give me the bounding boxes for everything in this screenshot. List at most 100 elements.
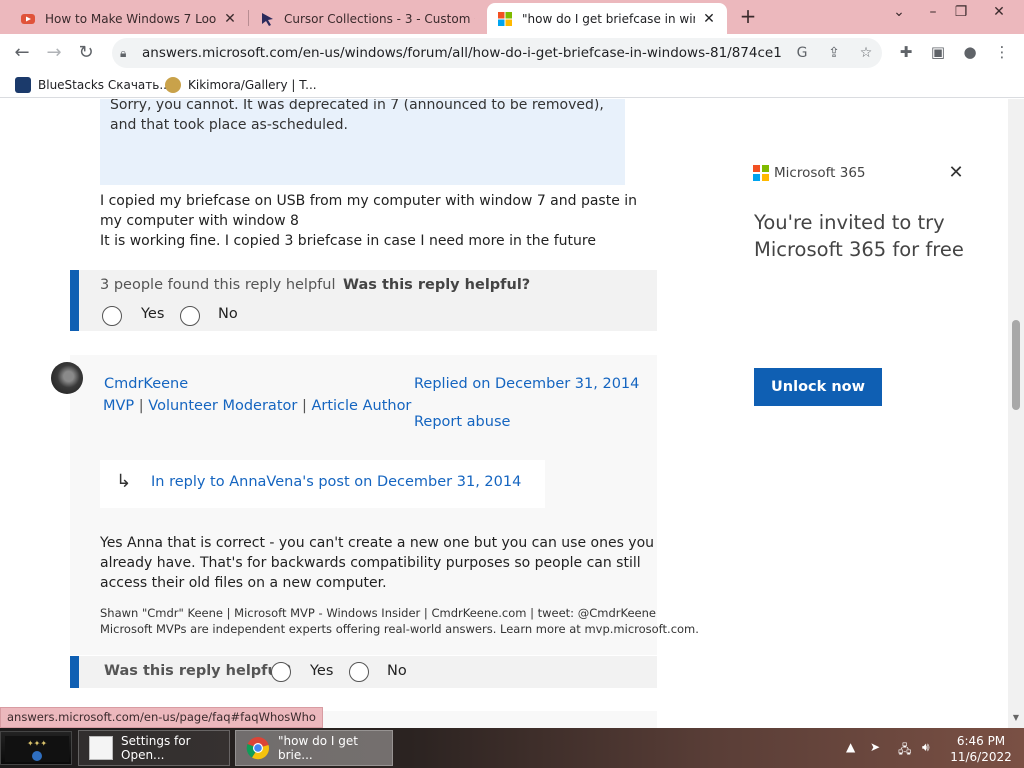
role-article-author[interactable]: Article Author — [311, 398, 411, 414]
author-name[interactable]: CmdrKeene — [104, 374, 188, 394]
tab-label: How to Make Windows 7 Look L — [45, 11, 216, 26]
taskbar-item-chrome[interactable]: "how do I get brie... — [235, 730, 393, 766]
helpful-feedback-bar-2: Was this reply helpful? Yes No — [70, 656, 657, 688]
mouse-cursor-icon: ➤ — [870, 740, 881, 754]
helpful-feedback-bar: 3 people found this reply helpful Was th… — [70, 270, 657, 331]
youtube-favicon-icon — [20, 11, 36, 27]
role-mvp[interactable]: MVP — [103, 398, 134, 414]
signature-line-2: Microsoft MVPs are independent experts o… — [100, 622, 699, 636]
volume-icon[interactable]: 🔊︎ — [922, 740, 930, 755]
start-button[interactable]: ✦✦✦ — [0, 731, 72, 765]
no-label: No — [218, 306, 238, 322]
yes-label: Yes — [141, 306, 165, 322]
tab-close-icon[interactable]: ✕ — [222, 11, 238, 27]
post-body-line-2: already have. That's for backwards compa… — [100, 555, 641, 571]
accent-stripe — [70, 656, 79, 688]
bluestacks-icon — [15, 77, 31, 93]
helpful-question: Was this reply helpful? — [104, 663, 292, 679]
post-body-line-3: access their old files on a new computer… — [100, 575, 387, 591]
clock-date: 11/6/2022 — [950, 750, 1012, 764]
tab-cursor-collections[interactable]: Cursor Collections - 3 - Custom C — [249, 3, 485, 34]
accent-stripe — [70, 270, 79, 331]
document-icon — [89, 736, 113, 760]
role-divider: | — [138, 398, 144, 414]
microsoft-logo-icon — [753, 165, 769, 181]
quoted-text: Sorry, you cannot. It was deprecated in … — [110, 99, 604, 133]
new-tab-button[interactable]: + — [737, 6, 759, 28]
unlock-now-button[interactable]: Unlock now — [754, 368, 882, 406]
system-clock[interactable]: 6:46 PM 11/6/2022 — [950, 733, 1012, 765]
tab-label: "how do I get briefcase in windo — [522, 11, 695, 26]
yes-radio[interactable] — [271, 662, 291, 682]
tab-windows7-look[interactable]: How to Make Windows 7 Look L ✕ — [10, 3, 248, 34]
bookmark-kikimora[interactable]: Kikimora/Gallery | T... — [165, 76, 317, 94]
role-divider: | — [301, 398, 307, 414]
tab-label: Cursor Collections - 3 - Custom C — [284, 11, 475, 26]
helpful-count: 3 people found this reply helpful — [100, 277, 336, 293]
taskbar-item-settings[interactable]: Settings for Open... — [78, 730, 230, 766]
replied-on-date[interactable]: Replied on December 31, 2014 — [414, 374, 639, 394]
in-reply-to-link[interactable]: In reply to AnnaVena's post on December … — [151, 474, 521, 490]
page-content: Sorry, you cannot. It was deprecated in … — [0, 99, 1008, 728]
task-label: "how do I get brie... — [278, 734, 358, 762]
avatar[interactable] — [51, 362, 83, 394]
no-radio[interactable] — [349, 662, 369, 682]
windows-taskbar: ✦✦✦ Settings for Open... "how do I get b… — [0, 728, 1024, 768]
ad-headline: You're invited to try Microsoft 365 for … — [754, 211, 964, 261]
lock-icon: 🔒︎ — [120, 45, 127, 60]
helpful-question: Was this reply helpful? — [343, 277, 531, 293]
page-scrollbar[interactable]: ▼ — [1008, 99, 1024, 728]
side-panel-icon[interactable]: ▣ — [927, 41, 949, 63]
close-window-button[interactable]: ✕ — [988, 4, 1010, 26]
profile-avatar-icon[interactable]: ● — [959, 41, 981, 63]
browser-toolbar: ← → ↻ 🔒︎ answers.microsoft.com/en-us/win… — [0, 34, 1024, 72]
ad-brand: Microsoft 365 — [774, 165, 866, 181]
no-radio[interactable] — [180, 306, 200, 326]
minimize-button[interactable]: – — [922, 4, 944, 26]
bookmarks-bar: BlueStacks Скачать... Kikimora/Gallery |… — [0, 72, 1024, 98]
network-icon[interactable]: 🖧︎ — [898, 740, 911, 761]
google-translate-icon[interactable]: G — [792, 43, 812, 63]
extensions-puzzle-icon[interactable]: ✚ — [895, 41, 917, 63]
post-body-line-1: Yes Anna that is correct - you can't cre… — [100, 535, 655, 551]
status-url-bubble: answers.microsoft.com/en-us/page/faq#faq… — [0, 707, 323, 728]
kikimora-icon — [165, 77, 181, 93]
bookmark-label: Kikimora/Gallery | T... — [188, 78, 317, 92]
address-bar[interactable]: 🔒︎ answers.microsoft.com/en-us/windows/f… — [112, 38, 882, 68]
bookmark-star-icon[interactable]: ☆ — [856, 43, 876, 63]
tab-search-chevron-icon[interactable]: ⌄ — [888, 4, 910, 26]
url-text: answers.microsoft.com/en-us/windows/foru… — [142, 45, 782, 61]
cursor-favicon-icon — [259, 11, 275, 27]
reply-line-1: I copied my briefcase on USB from my com… — [100, 193, 638, 209]
reply-arrow-icon: ↳ — [116, 471, 132, 492]
author-roles: MVP | Volunteer Moderator | Article Auth… — [103, 396, 411, 416]
svg-text:✦✦✦: ✦✦✦ — [27, 739, 47, 748]
scroll-thumb[interactable] — [1012, 320, 1020, 410]
share-icon[interactable]: ⇪ — [824, 43, 844, 63]
tab-bar: How to Make Windows 7 Look L ✕ Cursor Co… — [0, 0, 1024, 34]
yes-label: Yes — [310, 663, 334, 679]
reload-button[interactable]: ↻ — [74, 41, 98, 65]
tab-close-icon[interactable]: ✕ — [701, 11, 717, 27]
start-orb-icon: ✦✦✦ — [5, 736, 69, 762]
chrome-icon — [246, 736, 270, 760]
report-abuse-link[interactable]: Report abuse — [414, 412, 510, 432]
reply-line-2: my computer with window 8 — [100, 213, 299, 229]
in-reply-to-box[interactable]: ↳ In reply to AnnaVena's post on Decembe… — [100, 460, 545, 508]
forward-button[interactable]: → — [42, 41, 66, 65]
menu-kebab-icon[interactable]: ⋮ — [991, 41, 1013, 63]
restore-button[interactable]: ❐ — [950, 4, 972, 26]
tab-briefcase-question[interactable]: "how do I get briefcase in windo ✕ — [487, 3, 727, 34]
signature-line-1: Shawn "Cmdr" Keene | Microsoft MVP - Win… — [100, 606, 656, 620]
microsoft-favicon-icon — [497, 11, 513, 27]
task-label: Settings for Open... — [121, 734, 191, 762]
clock-time: 6:46 PM — [956, 734, 1006, 748]
reply-line-3: It is working fine. I copied 3 briefcase… — [100, 233, 596, 249]
tray-expand-icon[interactable]: ▲ — [846, 740, 855, 754]
scroll-down-arrow-icon[interactable]: ▼ — [1011, 713, 1021, 722]
yes-radio[interactable] — [102, 306, 122, 326]
bookmark-bluestacks[interactable]: BlueStacks Скачать... — [15, 76, 171, 94]
role-volunteer-moderator[interactable]: Volunteer Moderator — [148, 398, 297, 414]
back-button[interactable]: ← — [10, 41, 34, 65]
close-icon[interactable]: ✕ — [946, 163, 966, 183]
